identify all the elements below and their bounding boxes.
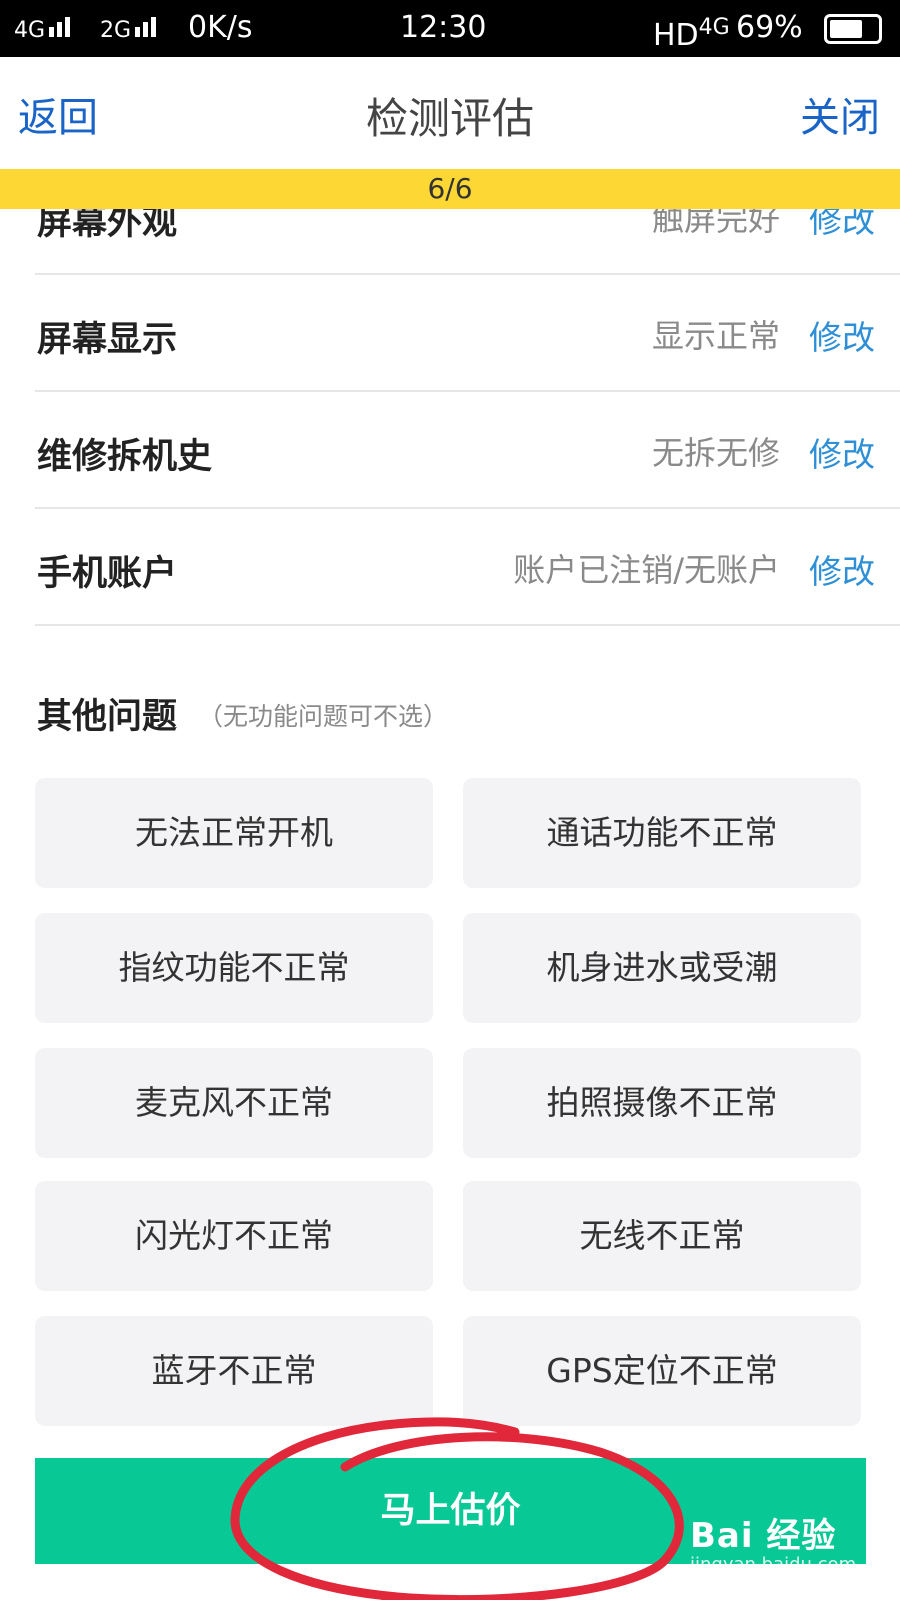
option-button[interactable]: 蓝牙不正常 — [35, 1316, 433, 1426]
option-button[interactable]: 闪光灯不正常 — [35, 1181, 433, 1291]
option-button[interactable]: 麦克风不正常 — [35, 1048, 433, 1158]
option-button[interactable]: GPS定位不正常 — [463, 1316, 861, 1426]
network-indicator-mid: 2G — [100, 8, 159, 51]
row-value: 无拆无修 — [651, 434, 780, 472]
network-type-2g: 2G — [100, 18, 132, 43]
inspection-result-list: 屏幕外观 触屏完好 修改 屏幕显示 显示正常 修改 维修拆机史 无拆无修 修改 … — [0, 209, 900, 639]
clock: 12:30 — [400, 10, 487, 45]
step-progress-banner: 6/6 — [0, 169, 900, 209]
battery-level-fill — [830, 20, 862, 38]
option-button[interactable]: 通话功能不正常 — [463, 778, 861, 888]
watermark-url: jingyan.baidu.com — [690, 1554, 857, 1575]
option-button[interactable]: 无法正常开机 — [35, 778, 433, 888]
nav-bar: 返回 检测评估 关闭 — [0, 57, 900, 169]
watermark-logo: Bai 经验 — [690, 1516, 837, 1556]
row-value: 显示正常 — [651, 317, 780, 355]
option-button[interactable]: 拍照摄像不正常 — [463, 1048, 861, 1158]
list-item-phone-account: 手机账户 账户已注销/无账户 修改 — [35, 509, 900, 626]
network-type-4g: 4G — [14, 18, 46, 43]
list-item-repair-history: 维修拆机史 无拆无修 修改 — [35, 392, 900, 509]
hd-indicator: HD4G — [653, 8, 730, 56]
battery-percent: 69% — [736, 10, 803, 45]
page-title: 检测评估 — [365, 94, 534, 143]
row-label: 手机账户 — [37, 554, 178, 594]
row-label: 维修拆机史 — [37, 437, 213, 477]
edit-link[interactable]: 修改 — [809, 428, 875, 476]
option-button[interactable]: 指纹功能不正常 — [35, 913, 433, 1023]
row-value: 触屏完好 — [651, 209, 780, 238]
other-issues-title: 其他问题 — [37, 697, 178, 737]
option-button[interactable]: 机身进水或受潮 — [463, 913, 861, 1023]
other-issues-hint: （无功能问题可不选） — [198, 702, 449, 731]
row-label: 屏幕显示 — [37, 320, 178, 360]
network-type-right: 4G — [698, 15, 730, 40]
close-button[interactable]: 关闭 — [800, 85, 880, 143]
signal-strength-icon — [49, 8, 73, 48]
signal-strength-icon — [135, 8, 159, 48]
option-button[interactable]: 无线不正常 — [463, 1181, 861, 1291]
row-label: 屏幕外观 — [37, 209, 178, 243]
network-speed: 0K/s — [188, 10, 253, 45]
network-indicator-left: 4G — [14, 8, 73, 51]
edit-link[interactable]: 修改 — [809, 311, 875, 359]
row-value: 账户已注销/无账户 — [513, 551, 780, 589]
baidu-jingyan-watermark: Bai 经验 jingyan.baidu.com — [690, 1508, 856, 1575]
battery-icon — [824, 14, 882, 44]
hd-label: HD — [653, 18, 699, 53]
edit-link[interactable]: 修改 — [809, 545, 875, 593]
list-item-screen-appearance: 屏幕外观 触屏完好 修改 — [35, 209, 900, 275]
list-item-screen-display: 屏幕显示 显示正常 修改 — [35, 275, 900, 392]
status-bar: 4G 2G 0K/s 12:30 HD4G 69% — [0, 0, 900, 57]
edit-link[interactable]: 修改 — [809, 209, 875, 242]
